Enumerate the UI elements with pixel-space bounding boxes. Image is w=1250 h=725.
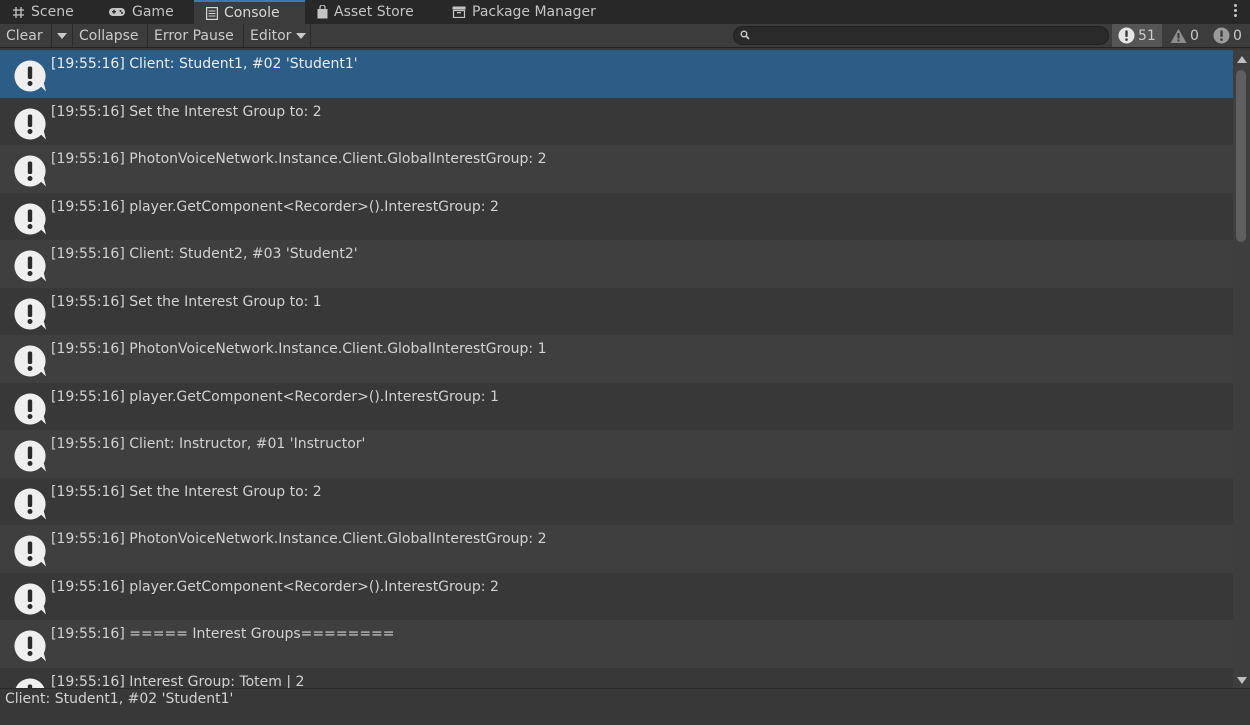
- tab-label: Console: [224, 5, 280, 21]
- tab-asset-store[interactable]: Asset Store: [305, 0, 440, 24]
- log-message: [19:55:16] Set the Interest Group to: 2: [51, 103, 322, 120]
- log-entry[interactable]: [19:55:16] Set the Interest Group to: 2: [0, 97, 1233, 145]
- error-count: 0: [1233, 27, 1242, 44]
- info-message-icon: [13, 534, 47, 572]
- scroll-up-icon[interactable]: [1237, 56, 1247, 63]
- error-icon: [1213, 27, 1230, 44]
- scroll-down-icon[interactable]: [1237, 677, 1247, 684]
- log-entry[interactable]: [19:55:16] player.GetComponent<Recorder>…: [0, 382, 1233, 430]
- log-message: [19:55:16] PhotonVoiceNetwork.Instance.C…: [51, 531, 547, 547]
- info-message-icon: [13, 107, 47, 145]
- info-message-icon: [13, 629, 47, 667]
- tab-scene[interactable]: Scene: [0, 0, 96, 24]
- collapse-toggle[interactable]: Collapse: [73, 24, 148, 47]
- warning-filter-toggle[interactable]: 0: [1164, 24, 1206, 47]
- warning-count: 0: [1190, 27, 1199, 44]
- search-field[interactable]: [733, 26, 1109, 45]
- tab-label: Asset Store: [334, 4, 414, 20]
- info-message-icon: [13, 297, 47, 335]
- info-message-icon: [13, 249, 47, 287]
- log-message: [19:55:16] PhotonVoiceNetwork.Instance.C…: [51, 151, 547, 167]
- info-icon: [1118, 27, 1135, 44]
- tab-label: Scene: [31, 4, 74, 20]
- info-message-icon: [13, 677, 47, 688]
- editor-tab-bar: Scene Game Console Asset Store Package M…: [0, 0, 1250, 24]
- log-message: [19:55:16] player.GetComponent<Recorder>…: [51, 388, 499, 405]
- log-message: [19:55:16] Client: Student2, #03 'Studen…: [51, 246, 358, 262]
- error-filter-toggle[interactable]: 0: [1207, 24, 1250, 47]
- log-detail-text: Client: Student1, #02 'Student1': [5, 691, 234, 707]
- log-entry[interactable]: [19:55:16] Set the Interest Group to: 2: [0, 477, 1233, 525]
- info-message-icon: [13, 59, 47, 97]
- log-entry[interactable]: [19:55:16] PhotonVoiceNetwork.Instance.C…: [0, 525, 1233, 573]
- clear-options-dropdown[interactable]: [52, 24, 73, 47]
- chevron-down-icon: [296, 32, 307, 39]
- log-entry[interactable]: [19:55:16] PhotonVoiceNetwork.Instance.C…: [0, 335, 1233, 383]
- error-pause-label: Error Pause: [154, 27, 234, 44]
- info-count: 51: [1138, 27, 1156, 44]
- tab-console[interactable]: Console: [194, 0, 305, 24]
- package-icon: [452, 6, 466, 18]
- tab-package-manager[interactable]: Package Manager: [440, 0, 620, 24]
- log-entry[interactable]: [19:55:16] ===== Interest Groups========: [0, 620, 1233, 668]
- log-entry[interactable]: [19:55:16] player.GetComponent<Recorder>…: [0, 572, 1233, 620]
- info-message-icon: [13, 392, 47, 430]
- editor-label: Editor: [250, 27, 292, 44]
- log-message: [19:55:16] Interest Group: Totem | 2: [51, 673, 305, 689]
- warning-icon: [1170, 28, 1187, 43]
- log-entry[interactable]: [19:55:16] Set the Interest Group to: 1: [0, 287, 1233, 335]
- chevron-down-icon: [57, 32, 67, 39]
- log-message: [19:55:16] PhotonVoiceNetwork.Instance.C…: [51, 341, 547, 357]
- log-message: [19:55:16] Set the Interest Group to: 1: [51, 293, 322, 310]
- info-message-icon: [13, 202, 47, 240]
- log-message: [19:55:16] ===== Interest Groups========: [51, 626, 395, 642]
- tab-label: Package Manager: [472, 4, 596, 20]
- log-entry[interactable]: [19:55:16] player.GetComponent<Recorder>…: [0, 192, 1233, 240]
- console-toolbar: Clear Collapse Error Pause Editor 51 0 0: [0, 24, 1250, 48]
- console-icon: [206, 6, 218, 20]
- info-filter-toggle[interactable]: 51: [1112, 24, 1162, 47]
- search-icon: [740, 30, 750, 40]
- log-entry[interactable]: [19:55:16] Client: Student2, #03 'Studen…: [0, 240, 1233, 288]
- log-entry[interactable]: [19:55:16] Client: Student1, #02 'Studen…: [0, 50, 1233, 98]
- scrollbar-thumb[interactable]: [1236, 70, 1246, 242]
- tab-game[interactable]: Game: [96, 0, 194, 24]
- log-scrollbar[interactable]: [1233, 50, 1250, 688]
- log-message: [19:55:16] player.GetComponent<Recorder>…: [51, 578, 499, 595]
- clear-button[interactable]: Clear: [0, 24, 52, 47]
- error-pause-toggle[interactable]: Error Pause: [148, 24, 244, 47]
- grid-icon: [12, 6, 25, 19]
- collapse-label: Collapse: [79, 27, 139, 44]
- editor-dropdown[interactable]: Editor: [244, 24, 311, 47]
- info-message-icon: [13, 439, 47, 477]
- more-options-icon[interactable]: [1234, 3, 1238, 19]
- log-entry[interactable]: [19:55:16] PhotonVoiceNetwork.Instance.C…: [0, 145, 1233, 193]
- log-entry[interactable]: [19:55:16] Interest Group: Totem | 2: [0, 667, 1233, 689]
- console-log-list[interactable]: [19:55:16] Client: Student1, #02 'Studen…: [0, 50, 1233, 688]
- log-message: [19:55:16] Set the Interest Group to: 2: [51, 483, 322, 500]
- clear-label: Clear: [6, 27, 43, 44]
- info-message-icon: [13, 154, 47, 192]
- shopping-bag-icon: [317, 5, 328, 19]
- tab-label: Game: [132, 4, 174, 20]
- log-detail-pane: Client: Student1, #02 'Student1': [0, 688, 1250, 725]
- info-message-icon: [13, 487, 47, 525]
- info-message-icon: [13, 344, 47, 382]
- log-message: [19:55:16] Client: Student1, #02 'Studen…: [51, 56, 358, 72]
- log-entry[interactable]: [19:55:16] Client: Instructor, #01 'Inst…: [0, 430, 1233, 478]
- log-message: [19:55:16] player.GetComponent<Recorder>…: [51, 198, 499, 215]
- info-message-icon: [13, 582, 47, 620]
- log-message: [19:55:16] Client: Instructor, #01 'Inst…: [51, 436, 366, 452]
- search-input[interactable]: [756, 27, 1101, 44]
- gamepad-icon: [108, 6, 126, 18]
